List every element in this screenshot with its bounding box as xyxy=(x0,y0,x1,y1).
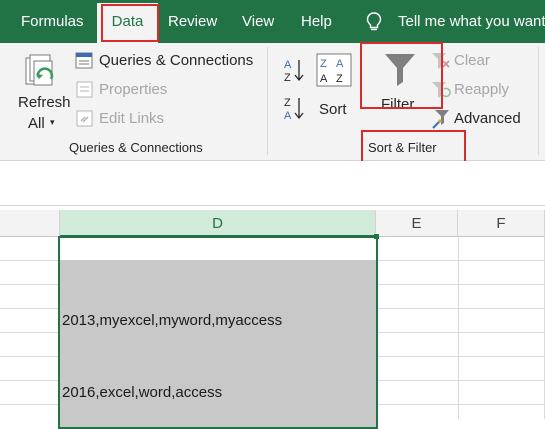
svg-text:A: A xyxy=(320,73,328,85)
tab-review[interactable]: Review xyxy=(168,0,217,43)
column-header-d[interactable]: D xyxy=(60,210,376,237)
tab-formulas[interactable]: Formulas xyxy=(21,0,84,43)
svg-text:Z: Z xyxy=(284,97,291,109)
fill-handle[interactable] xyxy=(374,234,379,239)
sort-z-to-a-icon[interactable]: Z A xyxy=(283,95,305,126)
filter-highlight xyxy=(360,42,443,109)
advanced-button[interactable]: Advanced xyxy=(454,110,521,127)
queries-connections-button[interactable]: Queries & Connections xyxy=(99,52,253,69)
svg-text:A: A xyxy=(336,58,344,70)
sort-a-to-z-icon[interactable]: A Z xyxy=(283,57,305,88)
group-divider-right xyxy=(538,47,539,155)
chevron-down-icon: ▾ xyxy=(50,117,55,127)
reapply-button[interactable]: Reapply xyxy=(454,81,509,98)
refresh-icon xyxy=(24,53,58,98)
group-divider xyxy=(267,47,268,155)
queries-group-label: Queries & Connections xyxy=(69,140,203,155)
column-header-f[interactable]: F xyxy=(458,210,545,237)
ribbon-tab-bar: Formulas Data Review View Help Tell me w… xyxy=(0,0,545,43)
edit-links-button[interactable]: Edit Links xyxy=(99,110,164,127)
edit-links-icon xyxy=(76,110,94,133)
sort-button[interactable]: Z A A Z Sort xyxy=(312,49,356,119)
svg-text:Z: Z xyxy=(284,72,291,83)
column-line xyxy=(458,237,459,419)
column-header-blank xyxy=(0,210,60,237)
refresh-all-button[interactable]: Refresh All ▾ xyxy=(14,49,71,137)
properties-button[interactable]: Properties xyxy=(99,81,167,98)
worksheet-grid[interactable]: D E F 2013,myexcel,myword,myaccess 2016,… xyxy=(0,210,545,429)
column-header-e[interactable]: E xyxy=(376,210,458,237)
svg-text:A: A xyxy=(284,110,292,121)
queries-connections-icon xyxy=(75,52,95,75)
selection-outline xyxy=(58,236,378,429)
svg-text:Z: Z xyxy=(320,58,327,70)
data-tab-highlight xyxy=(101,4,159,42)
formula-bar-area xyxy=(0,161,545,206)
properties-icon xyxy=(76,81,94,104)
refresh-label: Refresh xyxy=(18,94,71,111)
refresh-all-label: All xyxy=(28,115,45,132)
lightbulb-icon[interactable] xyxy=(366,0,382,43)
sort-label: Sort xyxy=(319,101,347,118)
svg-text:Z: Z xyxy=(336,73,343,85)
svg-text:A: A xyxy=(284,59,292,71)
tab-view[interactable]: View xyxy=(242,0,274,43)
tab-help[interactable]: Help xyxy=(301,0,332,43)
clear-button[interactable]: Clear xyxy=(454,52,490,69)
tell-me-search[interactable]: Tell me what you want xyxy=(398,0,545,43)
sort-icon: Z A A Z xyxy=(316,53,352,92)
